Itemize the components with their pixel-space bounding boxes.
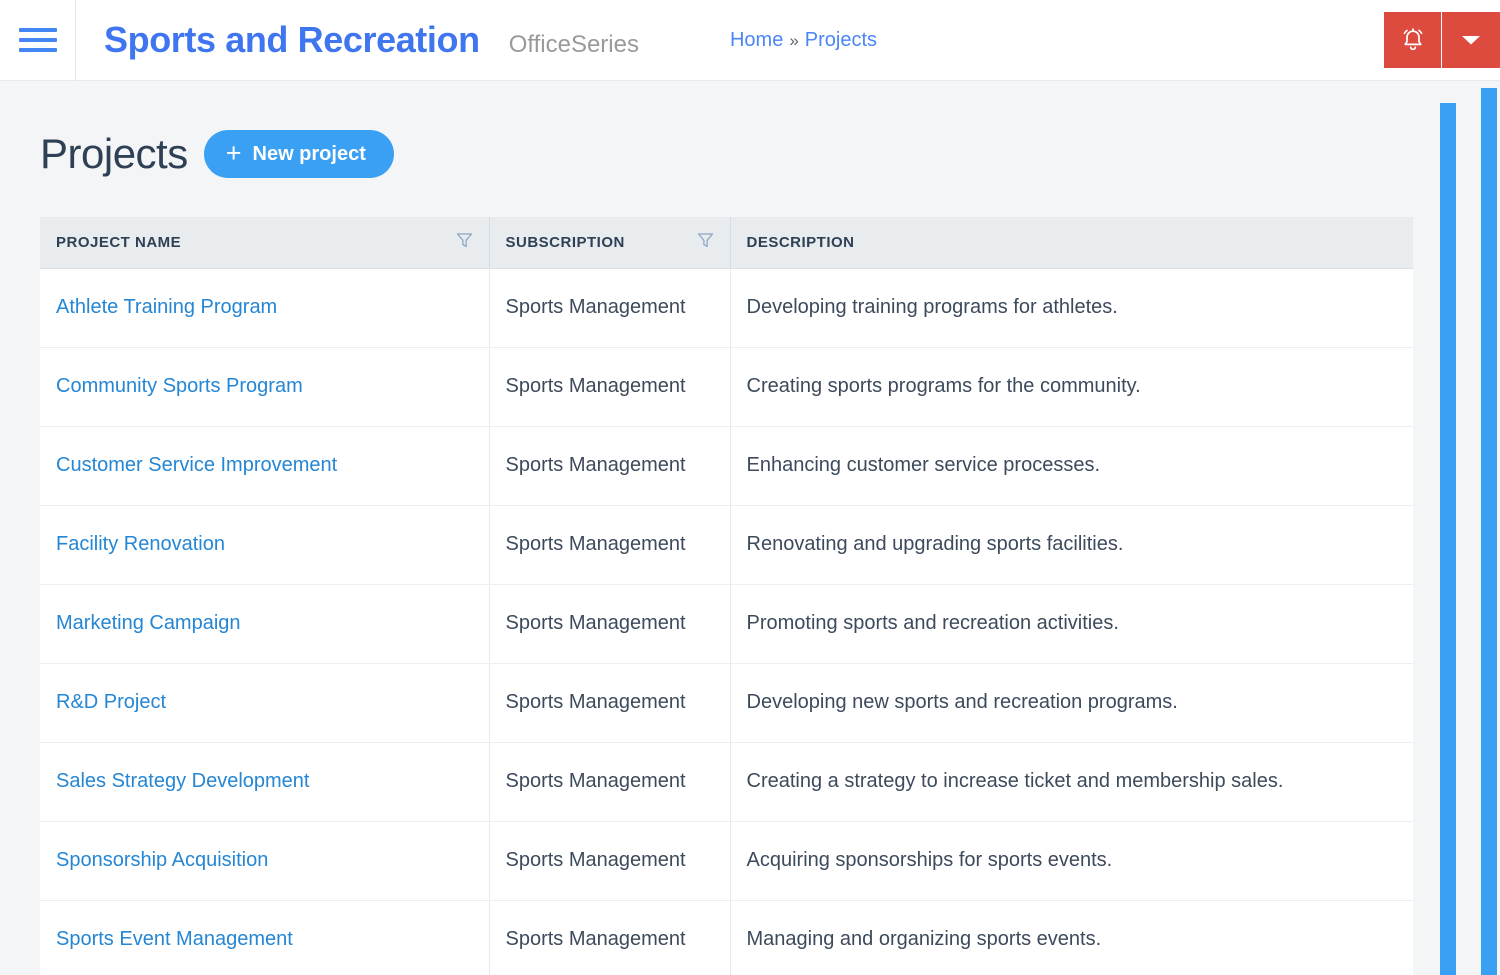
project-link[interactable]: Sports Event Management bbox=[56, 928, 293, 950]
hamburger-menu-icon[interactable] bbox=[0, 0, 76, 81]
page-content: Projects + New project PROJECT NAME bbox=[0, 81, 1500, 975]
cell-subscription: Sports Management bbox=[489, 663, 730, 742]
notifications-button[interactable] bbox=[1384, 12, 1442, 68]
project-link[interactable]: Community Sports Program bbox=[56, 375, 303, 397]
table-row: Facility Renovation Sports Management Re… bbox=[40, 505, 1413, 584]
plus-icon: + bbox=[226, 140, 242, 167]
cell-project-name: Sales Strategy Development bbox=[40, 742, 489, 821]
cell-subscription: Sports Management bbox=[489, 900, 730, 975]
cell-project-name: R&D Project bbox=[40, 663, 489, 742]
cell-description: Enhancing customer service processes. bbox=[730, 426, 1413, 505]
topbar-actions bbox=[1384, 12, 1500, 68]
project-link[interactable]: Sales Strategy Development bbox=[56, 770, 309, 792]
projects-table-container: PROJECT NAME SUBSCRIPTION bbox=[40, 217, 1413, 975]
hamburger-line bbox=[19, 48, 57, 52]
brand-subtitle: OfficeSeries bbox=[509, 31, 639, 59]
cell-subscription: Sports Management bbox=[489, 426, 730, 505]
column-header-project-name[interactable]: PROJECT NAME bbox=[40, 217, 489, 268]
cell-description: Renovating and upgrading sports faciliti… bbox=[730, 505, 1413, 584]
cell-description: Creating a strategy to increase ticket a… bbox=[730, 742, 1413, 821]
projects-table: PROJECT NAME SUBSCRIPTION bbox=[40, 217, 1413, 975]
cell-description: Developing training programs for athlete… bbox=[730, 268, 1413, 347]
table-header: PROJECT NAME SUBSCRIPTION bbox=[40, 217, 1413, 268]
cell-project-name: Sports Event Management bbox=[40, 900, 489, 975]
cell-subscription: Sports Management bbox=[489, 347, 730, 426]
breadcrumb-current-link[interactable]: Projects bbox=[805, 29, 877, 52]
new-project-button-label: New project bbox=[253, 143, 366, 166]
cell-project-name: Facility Renovation bbox=[40, 505, 489, 584]
project-link[interactable]: R&D Project bbox=[56, 691, 166, 713]
column-header-subscription[interactable]: SUBSCRIPTION bbox=[489, 217, 730, 268]
bell-icon bbox=[1400, 27, 1426, 54]
project-link[interactable]: Marketing Campaign bbox=[56, 612, 241, 634]
cell-description: Developing new sports and recreation pro… bbox=[730, 663, 1413, 742]
hamburger-line bbox=[19, 28, 57, 32]
cell-project-name: Athlete Training Program bbox=[40, 268, 489, 347]
top-navigation-bar: Sports and Recreation OfficeSeries Home … bbox=[0, 0, 1500, 81]
table-row: Marketing Campaign Sports Management Pro… bbox=[40, 584, 1413, 663]
table-row: Community Sports Program Sports Manageme… bbox=[40, 347, 1413, 426]
table-row: Athlete Training Program Sports Manageme… bbox=[40, 268, 1413, 347]
breadcrumb-separator: » bbox=[789, 31, 798, 51]
content-scrollbar-thumb[interactable] bbox=[1440, 103, 1456, 975]
column-header-label: SUBSCRIPTION bbox=[506, 234, 625, 251]
column-header-description[interactable]: DESCRIPTION bbox=[730, 217, 1413, 268]
breadcrumb-home-link[interactable]: Home bbox=[730, 29, 783, 52]
cell-subscription: Sports Management bbox=[489, 505, 730, 584]
cell-subscription: Sports Management bbox=[489, 821, 730, 900]
cell-subscription: Sports Management bbox=[489, 584, 730, 663]
page-scrollbar-thumb[interactable] bbox=[1481, 88, 1497, 975]
page-title: Projects bbox=[40, 130, 188, 178]
brand: Sports and Recreation OfficeSeries bbox=[76, 19, 639, 61]
table-header-row: PROJECT NAME SUBSCRIPTION bbox=[40, 217, 1413, 268]
breadcrumb: Home » Projects bbox=[730, 29, 877, 52]
table-row: Customer Service Improvement Sports Mana… bbox=[40, 426, 1413, 505]
table-row: R&D Project Sports Management Developing… bbox=[40, 663, 1413, 742]
cell-subscription: Sports Management bbox=[489, 268, 730, 347]
cell-project-name: Customer Service Improvement bbox=[40, 426, 489, 505]
new-project-button[interactable]: + New project bbox=[204, 130, 394, 178]
table-row: Sales Strategy Development Sports Manage… bbox=[40, 742, 1413, 821]
table-row: Sponsorship Acquisition Sports Managemen… bbox=[40, 821, 1413, 900]
cell-subscription: Sports Management bbox=[489, 742, 730, 821]
project-link[interactable]: Athlete Training Program bbox=[56, 296, 277, 318]
cell-project-name: Sponsorship Acquisition bbox=[40, 821, 489, 900]
hamburger-line bbox=[19, 38, 57, 42]
cell-project-name: Community Sports Program bbox=[40, 347, 489, 426]
table-body: Athlete Training Program Sports Manageme… bbox=[40, 268, 1413, 975]
filter-icon-subscription[interactable] bbox=[697, 232, 714, 253]
brand-title: Sports and Recreation bbox=[104, 19, 480, 61]
topbar-dropdown-button[interactable] bbox=[1442, 12, 1500, 68]
column-header-label: DESCRIPTION bbox=[747, 234, 855, 251]
page-header: Projects + New project bbox=[0, 81, 1500, 178]
table-row: Sports Event Management Sports Managemen… bbox=[40, 900, 1413, 975]
project-link[interactable]: Customer Service Improvement bbox=[56, 454, 337, 476]
cell-description: Managing and organizing sports events. bbox=[730, 900, 1413, 975]
project-link[interactable]: Sponsorship Acquisition bbox=[56, 849, 268, 871]
chevron-down-icon bbox=[1461, 34, 1481, 47]
filter-icon-project-name[interactable] bbox=[456, 232, 473, 253]
cell-project-name: Marketing Campaign bbox=[40, 584, 489, 663]
project-link[interactable]: Facility Renovation bbox=[56, 533, 225, 555]
cell-description: Acquiring sponsorships for sports events… bbox=[730, 821, 1413, 900]
cell-description: Promoting sports and recreation activiti… bbox=[730, 584, 1413, 663]
column-header-label: PROJECT NAME bbox=[56, 234, 181, 251]
cell-description: Creating sports programs for the communi… bbox=[730, 347, 1413, 426]
